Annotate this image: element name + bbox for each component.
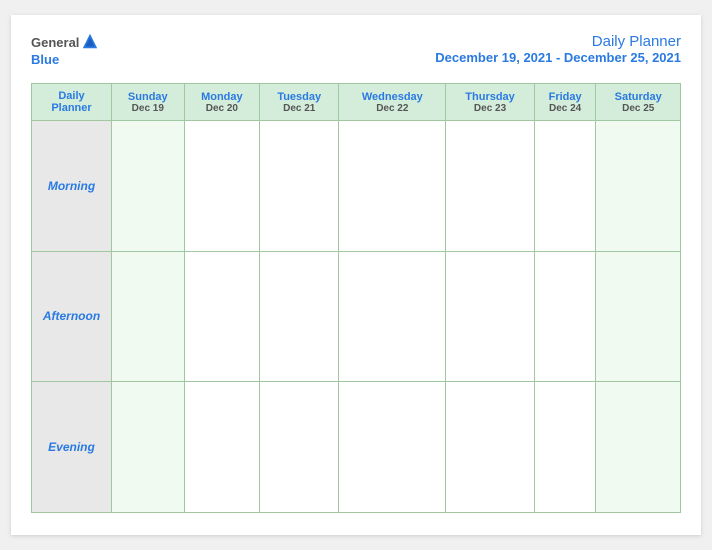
header: General Blue Daily Planner December 19, … bbox=[31, 33, 681, 69]
afternoon-sunday[interactable] bbox=[112, 251, 185, 382]
afternoon-friday[interactable] bbox=[534, 251, 596, 382]
evening-saturday[interactable] bbox=[596, 382, 681, 513]
logo-general: General bbox=[31, 35, 79, 50]
col-sunday-name: Sunday bbox=[114, 91, 182, 103]
row-morning: Morning bbox=[32, 121, 681, 252]
col-monday-name: Monday bbox=[187, 91, 258, 103]
col-friday: Friday Dec 24 bbox=[534, 84, 596, 121]
col-tuesday-name: Tuesday bbox=[262, 91, 336, 103]
label-afternoon: Afternoon bbox=[32, 251, 112, 382]
evening-tuesday[interactable] bbox=[260, 382, 339, 513]
evening-friday[interactable] bbox=[534, 382, 596, 513]
evening-sunday[interactable] bbox=[112, 382, 185, 513]
evening-monday[interactable] bbox=[184, 382, 260, 513]
col-wednesday: Wednesday Dec 22 bbox=[339, 84, 446, 121]
col-monday-date: Dec 20 bbox=[187, 103, 258, 114]
afternoon-tuesday[interactable] bbox=[260, 251, 339, 382]
evening-thursday[interactable] bbox=[446, 382, 534, 513]
col-thursday-date: Dec 23 bbox=[448, 103, 531, 114]
col-thursday-name: Thursday bbox=[448, 91, 531, 103]
col-monday: Monday Dec 20 bbox=[184, 84, 260, 121]
logo-line: General bbox=[31, 33, 99, 51]
morning-wednesday[interactable] bbox=[339, 121, 446, 252]
calendar-table: Daily Planner Sunday Dec 19 Monday Dec 2… bbox=[31, 83, 681, 513]
col-sunday: Sunday Dec 19 bbox=[112, 84, 185, 121]
label-morning: Morning bbox=[32, 121, 112, 252]
col-friday-name: Friday bbox=[537, 91, 594, 103]
header-row: Daily Planner Sunday Dec 19 Monday Dec 2… bbox=[32, 84, 681, 121]
afternoon-monday[interactable] bbox=[184, 251, 260, 382]
afternoon-wednesday[interactable] bbox=[339, 251, 446, 382]
morning-sunday[interactable] bbox=[112, 121, 185, 252]
date-range: December 19, 2021 - December 25, 2021 bbox=[435, 50, 681, 65]
header-right: Daily Planner December 19, 2021 - Decemb… bbox=[435, 33, 681, 65]
col-daily-planner: Daily Planner bbox=[32, 84, 112, 121]
col-saturday-date: Dec 25 bbox=[598, 103, 678, 114]
col-wednesday-date: Dec 22 bbox=[341, 103, 443, 114]
col-friday-date: Dec 24 bbox=[537, 103, 594, 114]
morning-friday[interactable] bbox=[534, 121, 596, 252]
col-wednesday-name: Wednesday bbox=[341, 91, 443, 103]
logo-blue-text: Blue bbox=[31, 51, 59, 69]
col-saturday-name: Saturday bbox=[598, 91, 678, 103]
morning-thursday[interactable] bbox=[446, 121, 534, 252]
morning-saturday[interactable] bbox=[596, 121, 681, 252]
logo-icon bbox=[81, 32, 99, 50]
morning-monday[interactable] bbox=[184, 121, 260, 252]
col-daily-planner-name: Daily bbox=[34, 90, 109, 102]
row-evening: Evening bbox=[32, 382, 681, 513]
label-evening: Evening bbox=[32, 382, 112, 513]
afternoon-saturday[interactable] bbox=[596, 251, 681, 382]
col-tuesday: Tuesday Dec 21 bbox=[260, 84, 339, 121]
evening-wednesday[interactable] bbox=[339, 382, 446, 513]
col-saturday: Saturday Dec 25 bbox=[596, 84, 681, 121]
row-afternoon: Afternoon bbox=[32, 251, 681, 382]
col-thursday: Thursday Dec 23 bbox=[446, 84, 534, 121]
col-daily-planner-name2: Planner bbox=[34, 102, 109, 114]
col-sunday-date: Dec 19 bbox=[114, 103, 182, 114]
planner-page: General Blue Daily Planner December 19, … bbox=[11, 15, 701, 535]
planner-title: Daily Planner bbox=[435, 33, 681, 50]
col-tuesday-date: Dec 21 bbox=[262, 103, 336, 114]
morning-tuesday[interactable] bbox=[260, 121, 339, 252]
afternoon-thursday[interactable] bbox=[446, 251, 534, 382]
logo: General Blue bbox=[31, 33, 99, 69]
logo-blue: Blue bbox=[31, 52, 59, 67]
